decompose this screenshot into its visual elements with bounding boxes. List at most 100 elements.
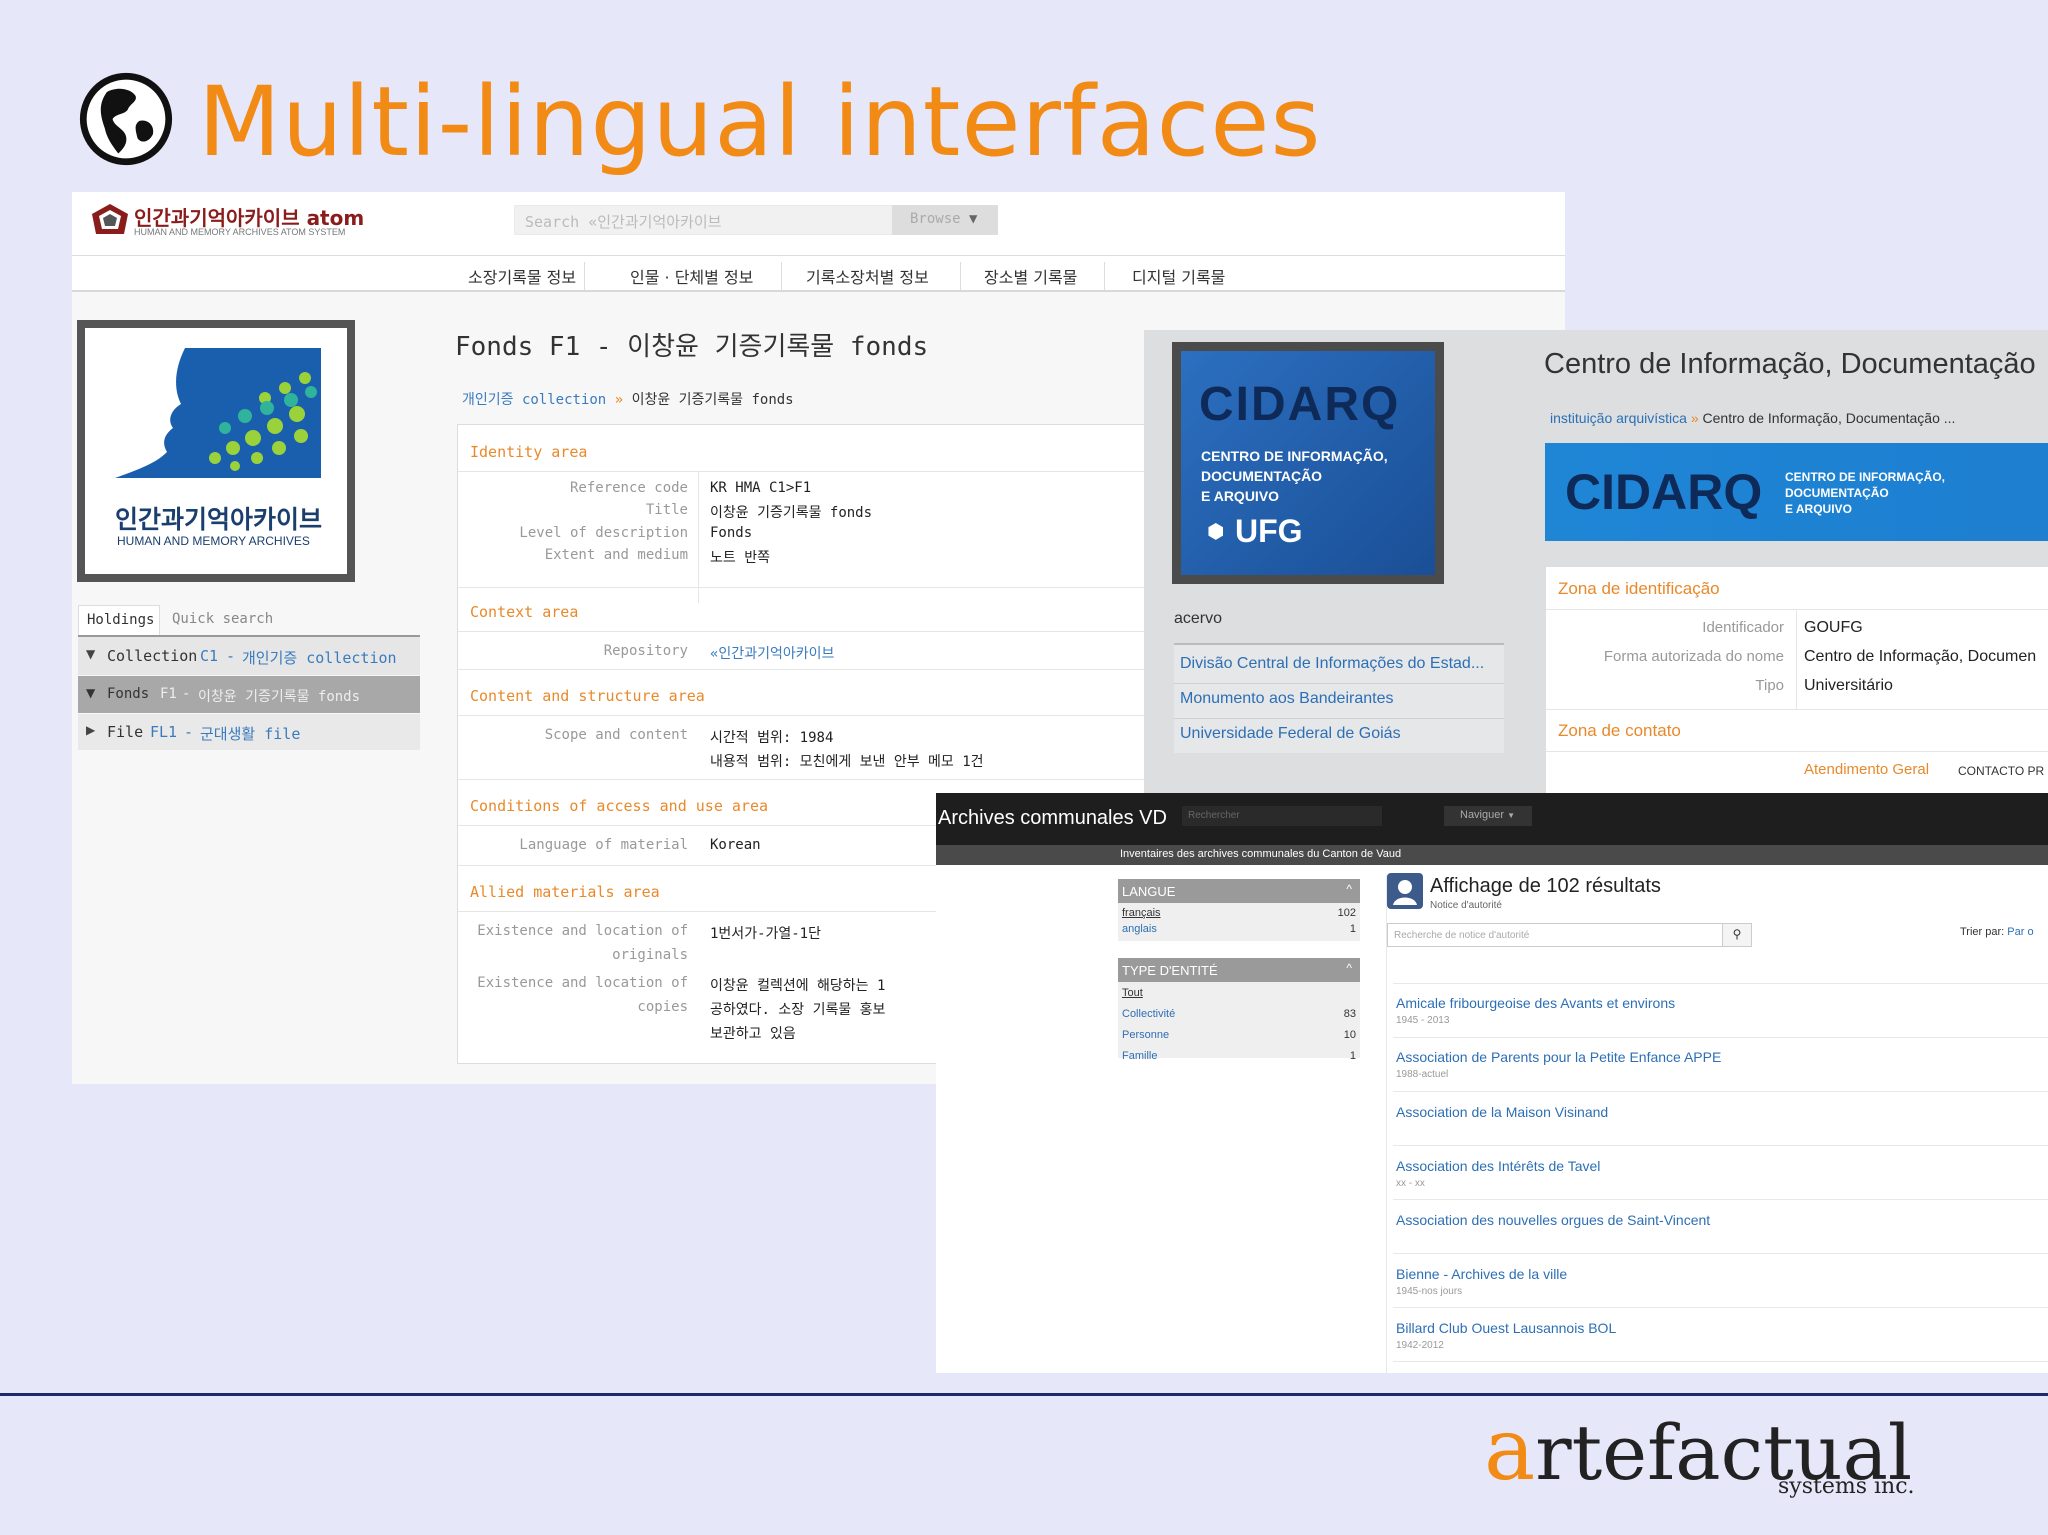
result-link[interactable]: Amicale fribourgeoise des Avants et envi… <box>1396 995 1675 1011</box>
acervo-heading: acervo <box>1174 610 1223 627</box>
cidarq-logo-title: CIDARQ <box>1199 378 1401 431</box>
tree-item-code: F1 <box>160 686 177 702</box>
field-value: 보관하고 있음 <box>710 1026 796 1042</box>
facet-header[interactable]: TYPE D'ENTITÉ ^ <box>1118 958 1360 982</box>
field-label: Identificador <box>1702 619 1784 636</box>
field-label: Title <box>645 502 688 518</box>
section-identification[interactable]: Zona de identificação <box>1558 579 1720 599</box>
section-identity[interactable]: Identity area <box>470 443 587 461</box>
field-label: originals <box>612 947 688 963</box>
vaud-screenshot: Archives communales VD Rechercher Navigu… <box>936 793 2048 1373</box>
cidarq-logo[interactable]: CIDARQ CENTRO DE INFORMAÇÃO, DOCUMENTAÇÃO… <box>1172 342 1444 584</box>
section-contact[interactable]: Zona de contato <box>1558 721 1681 741</box>
tab-quick-search[interactable]: Quick search <box>172 611 273 627</box>
tree-item-file[interactable]: ▶ File FL1 - 군대생활 file <box>78 714 420 750</box>
browse-button[interactable]: Browse ▼ <box>892 205 998 235</box>
results-subtitle: Notice d'autorité <box>1430 900 1502 911</box>
breadcrumb-link[interactable]: 개인기증 collection <box>462 392 606 408</box>
tree-item-fonds-selected[interactable]: ▼ Fonds F1 - 이창윤 기증기록물 fonds <box>78 676 420 713</box>
description-panel: Zona de identificação Identificador GOUF… <box>1545 566 2048 795</box>
repository-logo-image <box>115 348 321 478</box>
banner-text: CENTRO DE INFORMAÇÃO, DOCUMENTAÇÃO E ARQUI… <box>1785 470 1945 516</box>
field-value: 노트 반쪽 <box>710 550 770 566</box>
field-value: Korean <box>710 837 761 853</box>
result-link[interactable]: Association des Intérêts de Tavel <box>1396 1158 1600 1174</box>
nav-item-people[interactable]: 인물 · 단체별 정보 <box>630 264 753 288</box>
sort-dropdown[interactable]: Par o <box>2007 926 2033 938</box>
tab-holdings[interactable]: Holdings <box>78 605 160 635</box>
site-title[interactable]: Archives communales VD <box>938 807 1167 830</box>
nav-item-places[interactable]: 장소별 기록물 <box>984 264 1077 288</box>
repository-logo-title: 인간과기억아카이브 <box>115 505 323 534</box>
results-title: Affichage de 102 résultats <box>1430 875 1661 897</box>
facet-item[interactable]: Personne <box>1122 1029 1169 1041</box>
breadcrumb-current: Centro de Informação, Documentação ... <box>1702 410 1956 426</box>
tree-item-title: 군대생활 file <box>200 725 301 743</box>
search-input[interactable]: Rechercher <box>1182 806 1382 826</box>
nav-item-holdings[interactable]: 소장기록물 정보 <box>468 264 576 288</box>
tree-item-type: Collection <box>107 647 198 665</box>
authority-search-input[interactable]: Recherche de notice d'autorité <box>1387 923 1723 947</box>
field-value: GOUFG <box>1804 619 1863 636</box>
tree-item-code: C1 <box>200 647 219 665</box>
field-label: copies <box>637 999 688 1015</box>
result-date: 1942-2012 <box>1396 1340 1444 1351</box>
nav-item-repositories[interactable]: 기록소장처별 정보 <box>806 264 929 288</box>
section-allied[interactable]: Allied materials area <box>470 883 660 901</box>
ufg-hexagons-icon: ⬢ <box>1207 519 1225 543</box>
result-link[interactable]: Association de la Maison Visinand <box>1396 1104 1608 1120</box>
cidarq-logo-text: CENTRO DE INFORMAÇÃO, DOCUMENTAÇÃO E ARQUI… <box>1201 448 1388 504</box>
acervo-link[interactable]: Divisão Central de Informações do Estad.… <box>1180 655 1484 673</box>
section-context[interactable]: Context area <box>470 603 578 621</box>
search-icon[interactable]: ⚲ <box>1722 923 1752 947</box>
tree-item-title: 개인기증 collection <box>242 649 397 667</box>
repository-logo[interactable]: 인간과기억아카이브 HUMAN AND MEMORY ARCHIVES <box>77 320 355 582</box>
field-value: Fonds <box>710 525 753 541</box>
nav-item-digital[interactable]: 디지털 기록물 <box>1132 264 1225 288</box>
result-link[interactable]: Association de Parents pour la Petite En… <box>1396 1049 1721 1065</box>
breadcrumb-link[interactable]: instituição arquivística <box>1550 410 1687 426</box>
browse-label: Browse <box>910 211 961 227</box>
breadcrumb-current: 이창윤 기증기록물 fonds <box>631 392 794 408</box>
tree-item-code: FL1 <box>150 723 178 741</box>
chevron-down-icon: ▼ <box>1507 811 1516 820</box>
acervo-link[interactable]: Universidade Federal de Goiás <box>1180 725 1401 743</box>
vaud-header: Archives communales VD Rechercher Navigu… <box>936 793 2048 845</box>
facet-item[interactable]: anglais <box>1122 923 1157 935</box>
facet-count: 1 <box>1349 923 1356 935</box>
tree-item-title: 이창윤 기증기록물 fonds <box>198 689 361 705</box>
section-content[interactable]: Content and structure area <box>470 687 705 705</box>
field-label: Language of material <box>519 837 688 853</box>
facet-item[interactable]: français <box>1122 907 1161 919</box>
result-link[interactable]: Association des nouvelles orgues de Sain… <box>1396 1212 1710 1228</box>
search-input[interactable]: Search «인간과기억아카이브 <box>514 205 894 235</box>
browse-button[interactable]: Naviguer ▼ <box>1444 806 1532 826</box>
result-link[interactable]: Bienne - Archives de la ville <box>1396 1266 1567 1282</box>
result-date: 1945 - 2013 <box>1396 1015 1450 1026</box>
field-label: Tipo <box>1755 677 1784 694</box>
logo-tagline: systems inc. <box>1778 1474 1915 1499</box>
facet-count: 102 <box>1337 907 1356 919</box>
expand-arrow-icon: ▼ <box>86 647 96 661</box>
tree-item-collection[interactable]: ▼ Collection C1 - 개인기증 collection <box>78 637 420 675</box>
sort-label: Trier par: Par o <box>1960 926 2034 938</box>
tree-item-type: File <box>107 723 144 741</box>
contact-link[interactable]: Atendimento Geral <box>1804 761 1929 778</box>
result-link[interactable]: Billard Club Ouest Lausannois BOL <box>1396 1320 1616 1336</box>
globe-icon <box>79 72 173 166</box>
field-label: Level of description <box>519 525 688 541</box>
ufg-label: UFG <box>1235 513 1303 549</box>
facet-item[interactable]: Collectivité <box>1122 1008 1175 1020</box>
slide-title: Multi-lingual interfaces <box>198 66 1322 178</box>
repository-link[interactable]: «인간과기억아카이브 <box>710 643 834 663</box>
acervo-link[interactable]: Monumento aos Bandeirantes <box>1180 690 1393 708</box>
atom-logo-icon <box>92 204 128 234</box>
tree-item-type: Fonds <box>107 686 150 702</box>
facet-header[interactable]: LANGUE ^ <box>1118 879 1360 903</box>
facet-item[interactable]: Tout <box>1122 987 1143 999</box>
section-conditions[interactable]: Conditions of access and use area <box>470 797 768 815</box>
field-value: Universitário <box>1804 677 1893 694</box>
facet-item[interactable]: Famille <box>1122 1050 1157 1062</box>
field-label: Extent and medium <box>544 547 688 563</box>
page-title: Centro de Informação, Documentação <box>1544 348 2036 380</box>
